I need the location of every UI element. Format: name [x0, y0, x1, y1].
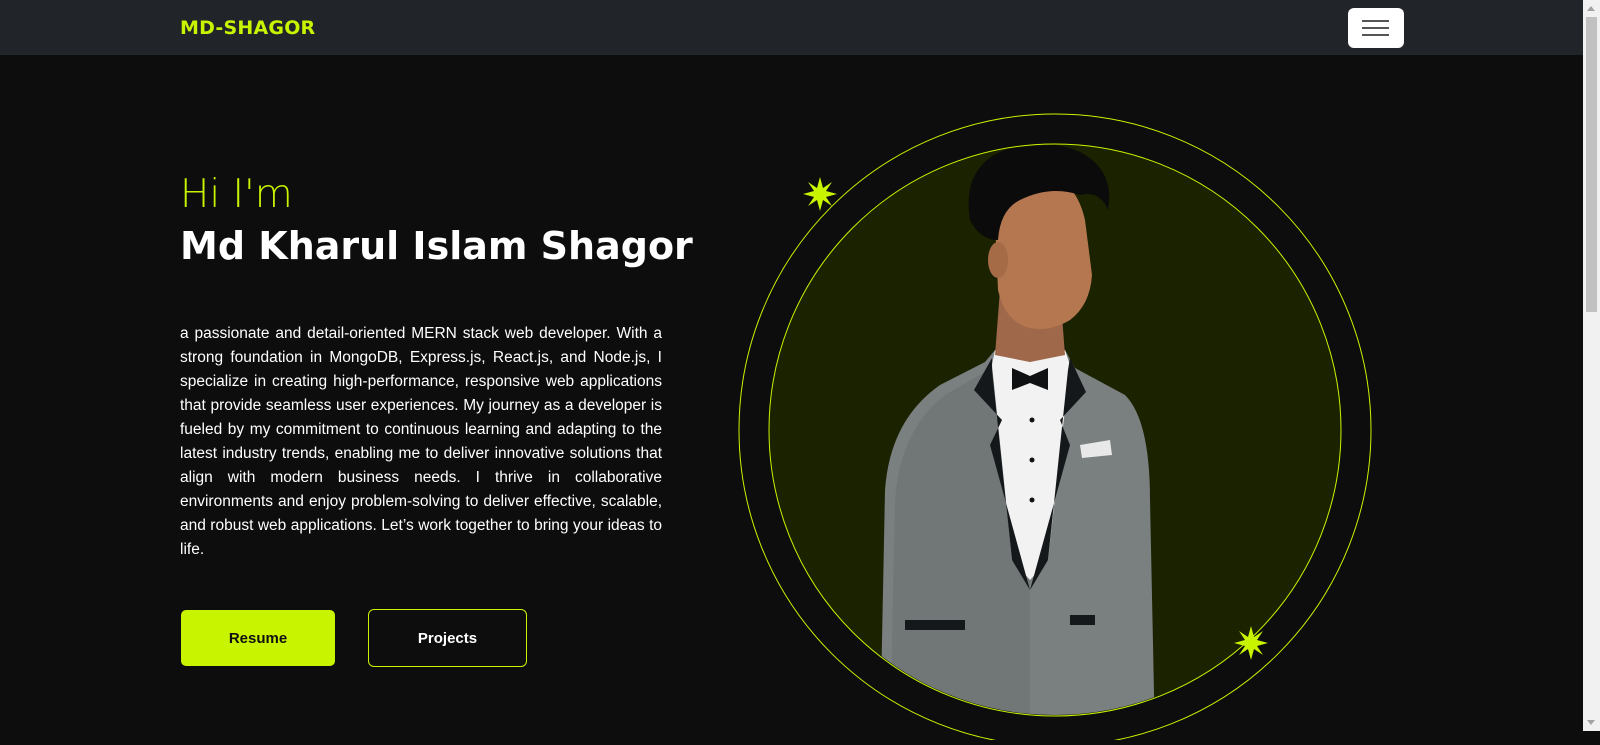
portrait-area — [730, 100, 1380, 745]
portrait-graphic — [738, 113, 1372, 745]
hero-name: Md Kharul Islam Shagor — [180, 224, 693, 268]
menu-toggle-button[interactable] — [1348, 8, 1404, 48]
navbar: MD-SHAGOR — [0, 0, 1583, 55]
hamburger-icon — [1362, 20, 1389, 22]
sparkle-icon — [803, 177, 837, 211]
projects-button[interactable]: Projects — [368, 609, 527, 667]
resume-button[interactable]: Resume — [181, 610, 335, 666]
brand-logo[interactable]: MD-SHAGOR — [180, 17, 315, 39]
hero-bio: a passionate and detail-oriented MERN st… — [180, 325, 662, 558]
scroll-up-arrow-icon[interactable] — [1587, 6, 1595, 11]
scrollbar-thumb[interactable] — [1586, 17, 1597, 312]
scroll-down-arrow-icon[interactable] — [1587, 720, 1595, 725]
hero-greeting: Hi I'm — [180, 172, 293, 217]
page-scrollbar[interactable] — [1583, 0, 1600, 731]
sparkle-icon — [1234, 626, 1268, 660]
